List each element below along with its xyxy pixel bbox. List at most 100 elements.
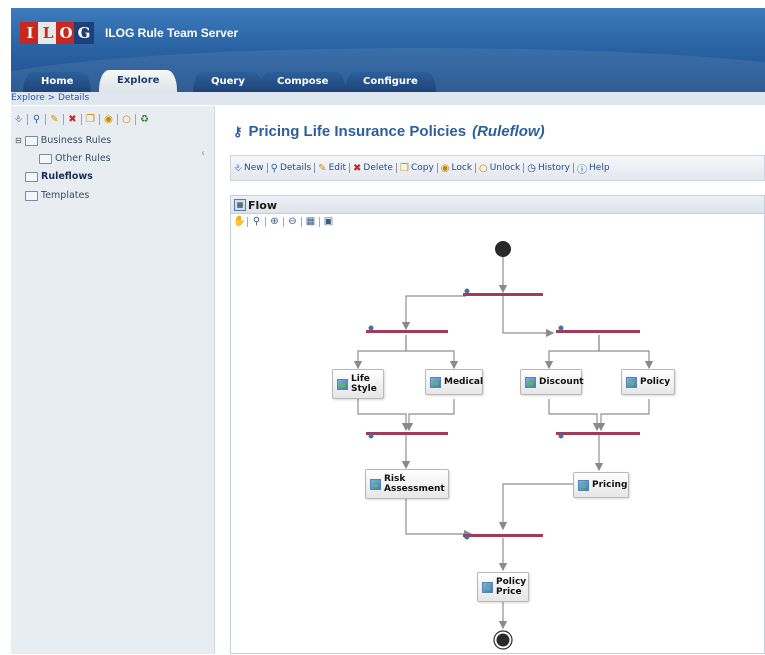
- node-label: Life Style: [351, 374, 377, 394]
- toolbar-divider: [349, 163, 350, 173]
- toolbar-divider: [573, 163, 575, 173]
- details-button[interactable]: ⚲ Details: [271, 163, 312, 174]
- tab-configure[interactable]: Configure: [345, 72, 436, 92]
- breadcrumb-bar: Explore > Details: [11, 92, 765, 105]
- unlock-label: Unlock: [489, 163, 521, 173]
- breadcrumb[interactable]: Explore > Details: [11, 92, 89, 105]
- logo-letter: I: [20, 22, 40, 44]
- collapse-icon[interactable]: ⊟: [15, 136, 22, 145]
- fork-bar[interactable]: [366, 330, 448, 333]
- logo-letter: O: [56, 22, 76, 44]
- tree-item-templates[interactable]: Templates: [25, 190, 89, 201]
- help-button[interactable]: ⓘ Help: [577, 161, 610, 176]
- tab-explore[interactable]: Explore: [99, 70, 178, 92]
- unlock-icon[interactable]: ○: [121, 114, 132, 125]
- new-icon[interactable]: ⎀: [13, 114, 24, 125]
- tree-label: Templates: [41, 190, 90, 201]
- flow-node-policy-price[interactable]: Policy Price: [477, 572, 529, 602]
- fork-bar[interactable]: [463, 293, 543, 296]
- join-bar[interactable]: [463, 534, 543, 537]
- lock-button[interactable]: ◉ Lock: [441, 163, 472, 174]
- toolbar-divider: [99, 113, 100, 125]
- edit-icon[interactable]: ✎: [49, 114, 60, 125]
- ilog-logo: I L O G: [20, 22, 94, 44]
- new-button[interactable]: ⎀ New: [234, 163, 264, 174]
- join-bar[interactable]: [366, 432, 448, 435]
- node-label: Medical: [444, 377, 484, 387]
- delete-icon[interactable]: ✖: [67, 114, 78, 125]
- toolbar-divider: [395, 163, 397, 173]
- page-subtitle: (Ruleflow): [472, 123, 545, 140]
- node-label: Risk Assessment: [384, 474, 445, 494]
- start-node[interactable]: [495, 241, 511, 257]
- tab-home[interactable]: Home: [23, 72, 92, 92]
- rule-task-icon: [626, 376, 637, 388]
- copy-button[interactable]: ❐ Copy: [400, 163, 434, 174]
- tree-item-business-rules[interactable]: ⊟ Business Rules: [15, 135, 111, 146]
- lock-icon: ◉: [440, 162, 450, 174]
- node-label-line: Price: [496, 587, 522, 597]
- node-label: Policy Price: [496, 577, 526, 597]
- node-label: Pricing: [592, 480, 628, 490]
- toolbar-divider: [117, 113, 118, 125]
- node-label: Discount: [539, 377, 584, 387]
- join-bar[interactable]: [556, 432, 640, 435]
- search-icon[interactable]: ⚲: [31, 114, 42, 125]
- app-header: I L O G ILOG Rule Team Server Home Query…: [11, 8, 765, 92]
- folder-icon: [25, 190, 38, 201]
- flow-node-discount[interactable]: Discount: [520, 369, 584, 395]
- history-label: History: [537, 163, 571, 173]
- edit-button[interactable]: ✎ Edit: [318, 163, 346, 174]
- copy-icon[interactable]: ❐: [85, 114, 96, 125]
- fork-bar[interactable]: [556, 330, 640, 333]
- logo-letter: L: [38, 22, 58, 44]
- lock-icon[interactable]: ◉: [103, 114, 114, 125]
- action-toolbar: ⎀ New ⚲ Details ✎ Edit ✖ Delete ❐ Copy ◉ Lock …: [230, 155, 765, 181]
- flow-node-risk-assessment[interactable]: Risk Assessment: [365, 469, 449, 499]
- delete-icon: ✖: [353, 162, 362, 174]
- copy-icon: ❐: [399, 162, 409, 174]
- edit-icon: ✎: [318, 162, 327, 174]
- tree-item-ruleflows[interactable]: Ruleflows: [25, 171, 93, 182]
- toolbar-divider: [135, 113, 136, 125]
- rule-task-icon: [370, 478, 381, 490]
- ruleflow-icon: ⚷: [233, 123, 243, 139]
- rule-task-icon: [337, 378, 348, 390]
- tab-query[interactable]: Query: [193, 72, 263, 92]
- folder-icon: [25, 171, 38, 182]
- tree-item-other-rules[interactable]: Other Rules: [39, 153, 111, 164]
- history-button[interactable]: ◷ History: [527, 163, 570, 174]
- folder-icon: [24, 135, 38, 146]
- history-icon: ◷: [527, 162, 536, 174]
- flow-node-policy[interactable]: Policy: [621, 369, 675, 395]
- collapse-handle-icon[interactable]: ‹: [201, 148, 205, 159]
- toolbar-divider: [81, 113, 82, 125]
- flow-node-pricing[interactable]: Pricing: [573, 472, 629, 498]
- help-icon: ⓘ: [577, 164, 588, 176]
- flow-node-life-style[interactable]: Life Style: [332, 369, 384, 399]
- search-icon: ⚲: [270, 162, 278, 174]
- unlock-button[interactable]: ○ Unlock: [479, 163, 520, 174]
- tree-label: Ruleflows: [41, 171, 93, 182]
- tree-label: Business Rules: [40, 135, 112, 146]
- copy-label: Copy: [410, 163, 434, 173]
- folder-icon: [39, 153, 52, 164]
- rule-task-icon: [482, 581, 493, 593]
- node-label-line: Style: [351, 384, 377, 394]
- flow-node-medical[interactable]: Medical: [425, 369, 483, 395]
- logo-letter: G: [74, 22, 94, 44]
- tab-compose[interactable]: Compose: [259, 72, 347, 92]
- explorer-toolbar: ⎀ ⚲ ✎ ✖ ❐ ◉ ○ ♻: [13, 112, 150, 126]
- unlock-icon: ○: [479, 162, 488, 174]
- history-icon[interactable]: ♻: [139, 114, 150, 125]
- rule-task-icon: [430, 376, 441, 388]
- node-label: Policy: [640, 377, 671, 387]
- node-label-line: Assessment: [384, 484, 445, 494]
- delete-button[interactable]: ✖ Delete: [353, 163, 393, 174]
- toolbar-divider: [63, 113, 64, 125]
- lock-label: Lock: [451, 163, 473, 173]
- toolbar-divider: [45, 113, 46, 125]
- tree-label: Other Rules: [55, 153, 111, 164]
- explorer-panel: ⎀ ⚲ ✎ ✖ ❐ ◉ ○ ♻ ⊟ Business Rules Other R…: [11, 106, 215, 654]
- details-label: Details: [279, 163, 312, 173]
